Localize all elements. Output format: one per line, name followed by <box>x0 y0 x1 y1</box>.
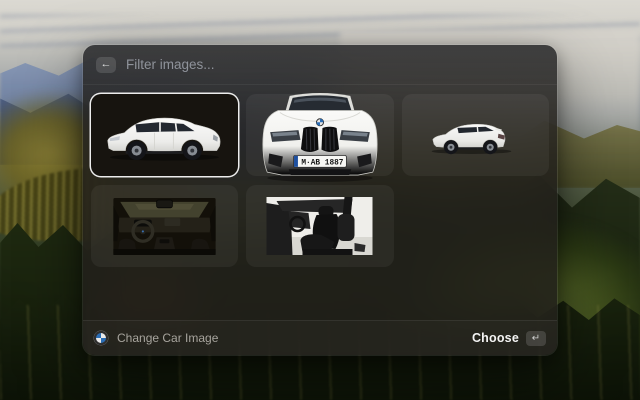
bmw-logo-icon <box>94 331 108 345</box>
license-plate: M·AB 1887 <box>294 156 347 168</box>
empty-grid-cell <box>402 185 549 267</box>
back-button[interactable]: ← <box>96 57 116 73</box>
car-front-image: M·AB 1887 <box>256 87 383 183</box>
image-grid: M·AB 1887 <box>83 85 557 267</box>
choose-label: Choose <box>472 331 519 345</box>
center-screen <box>165 218 181 226</box>
rear-seat <box>338 214 355 241</box>
filter-images-dialog: ← <box>83 45 557 355</box>
command-title: Change Car Image <box>117 331 218 345</box>
car-lower-intake <box>289 169 352 175</box>
image-tile-interior-seats[interactable] <box>246 185 393 267</box>
bmw-roundel-grille <box>316 119 323 126</box>
image-tile-car-front[interactable]: M·AB 1887 <box>246 94 393 176</box>
car-rear-side-image <box>428 115 522 156</box>
return-key-icon: ↵ <box>526 331 546 346</box>
rearview-mirror <box>157 199 173 207</box>
window-band <box>277 199 353 213</box>
dialog-spacer <box>83 267 557 320</box>
search-input[interactable] <box>126 57 544 72</box>
car-side-image <box>101 107 229 163</box>
car-interior-dashboard-image <box>113 198 216 255</box>
image-tile-interior-dashboard[interactable] <box>91 185 238 267</box>
car-interior-seats-image <box>266 197 373 255</box>
dialog-footer: Change Car Image Choose ↵ <box>83 320 557 355</box>
choose-button[interactable]: Choose ↵ <box>472 331 546 346</box>
image-tile-car-side[interactable] <box>91 94 238 176</box>
dialog-header: ← <box>83 45 557 85</box>
image-tile-car-rear-side[interactable] <box>402 94 549 176</box>
svg-text:M·AB 1887: M·AB 1887 <box>301 159 343 168</box>
